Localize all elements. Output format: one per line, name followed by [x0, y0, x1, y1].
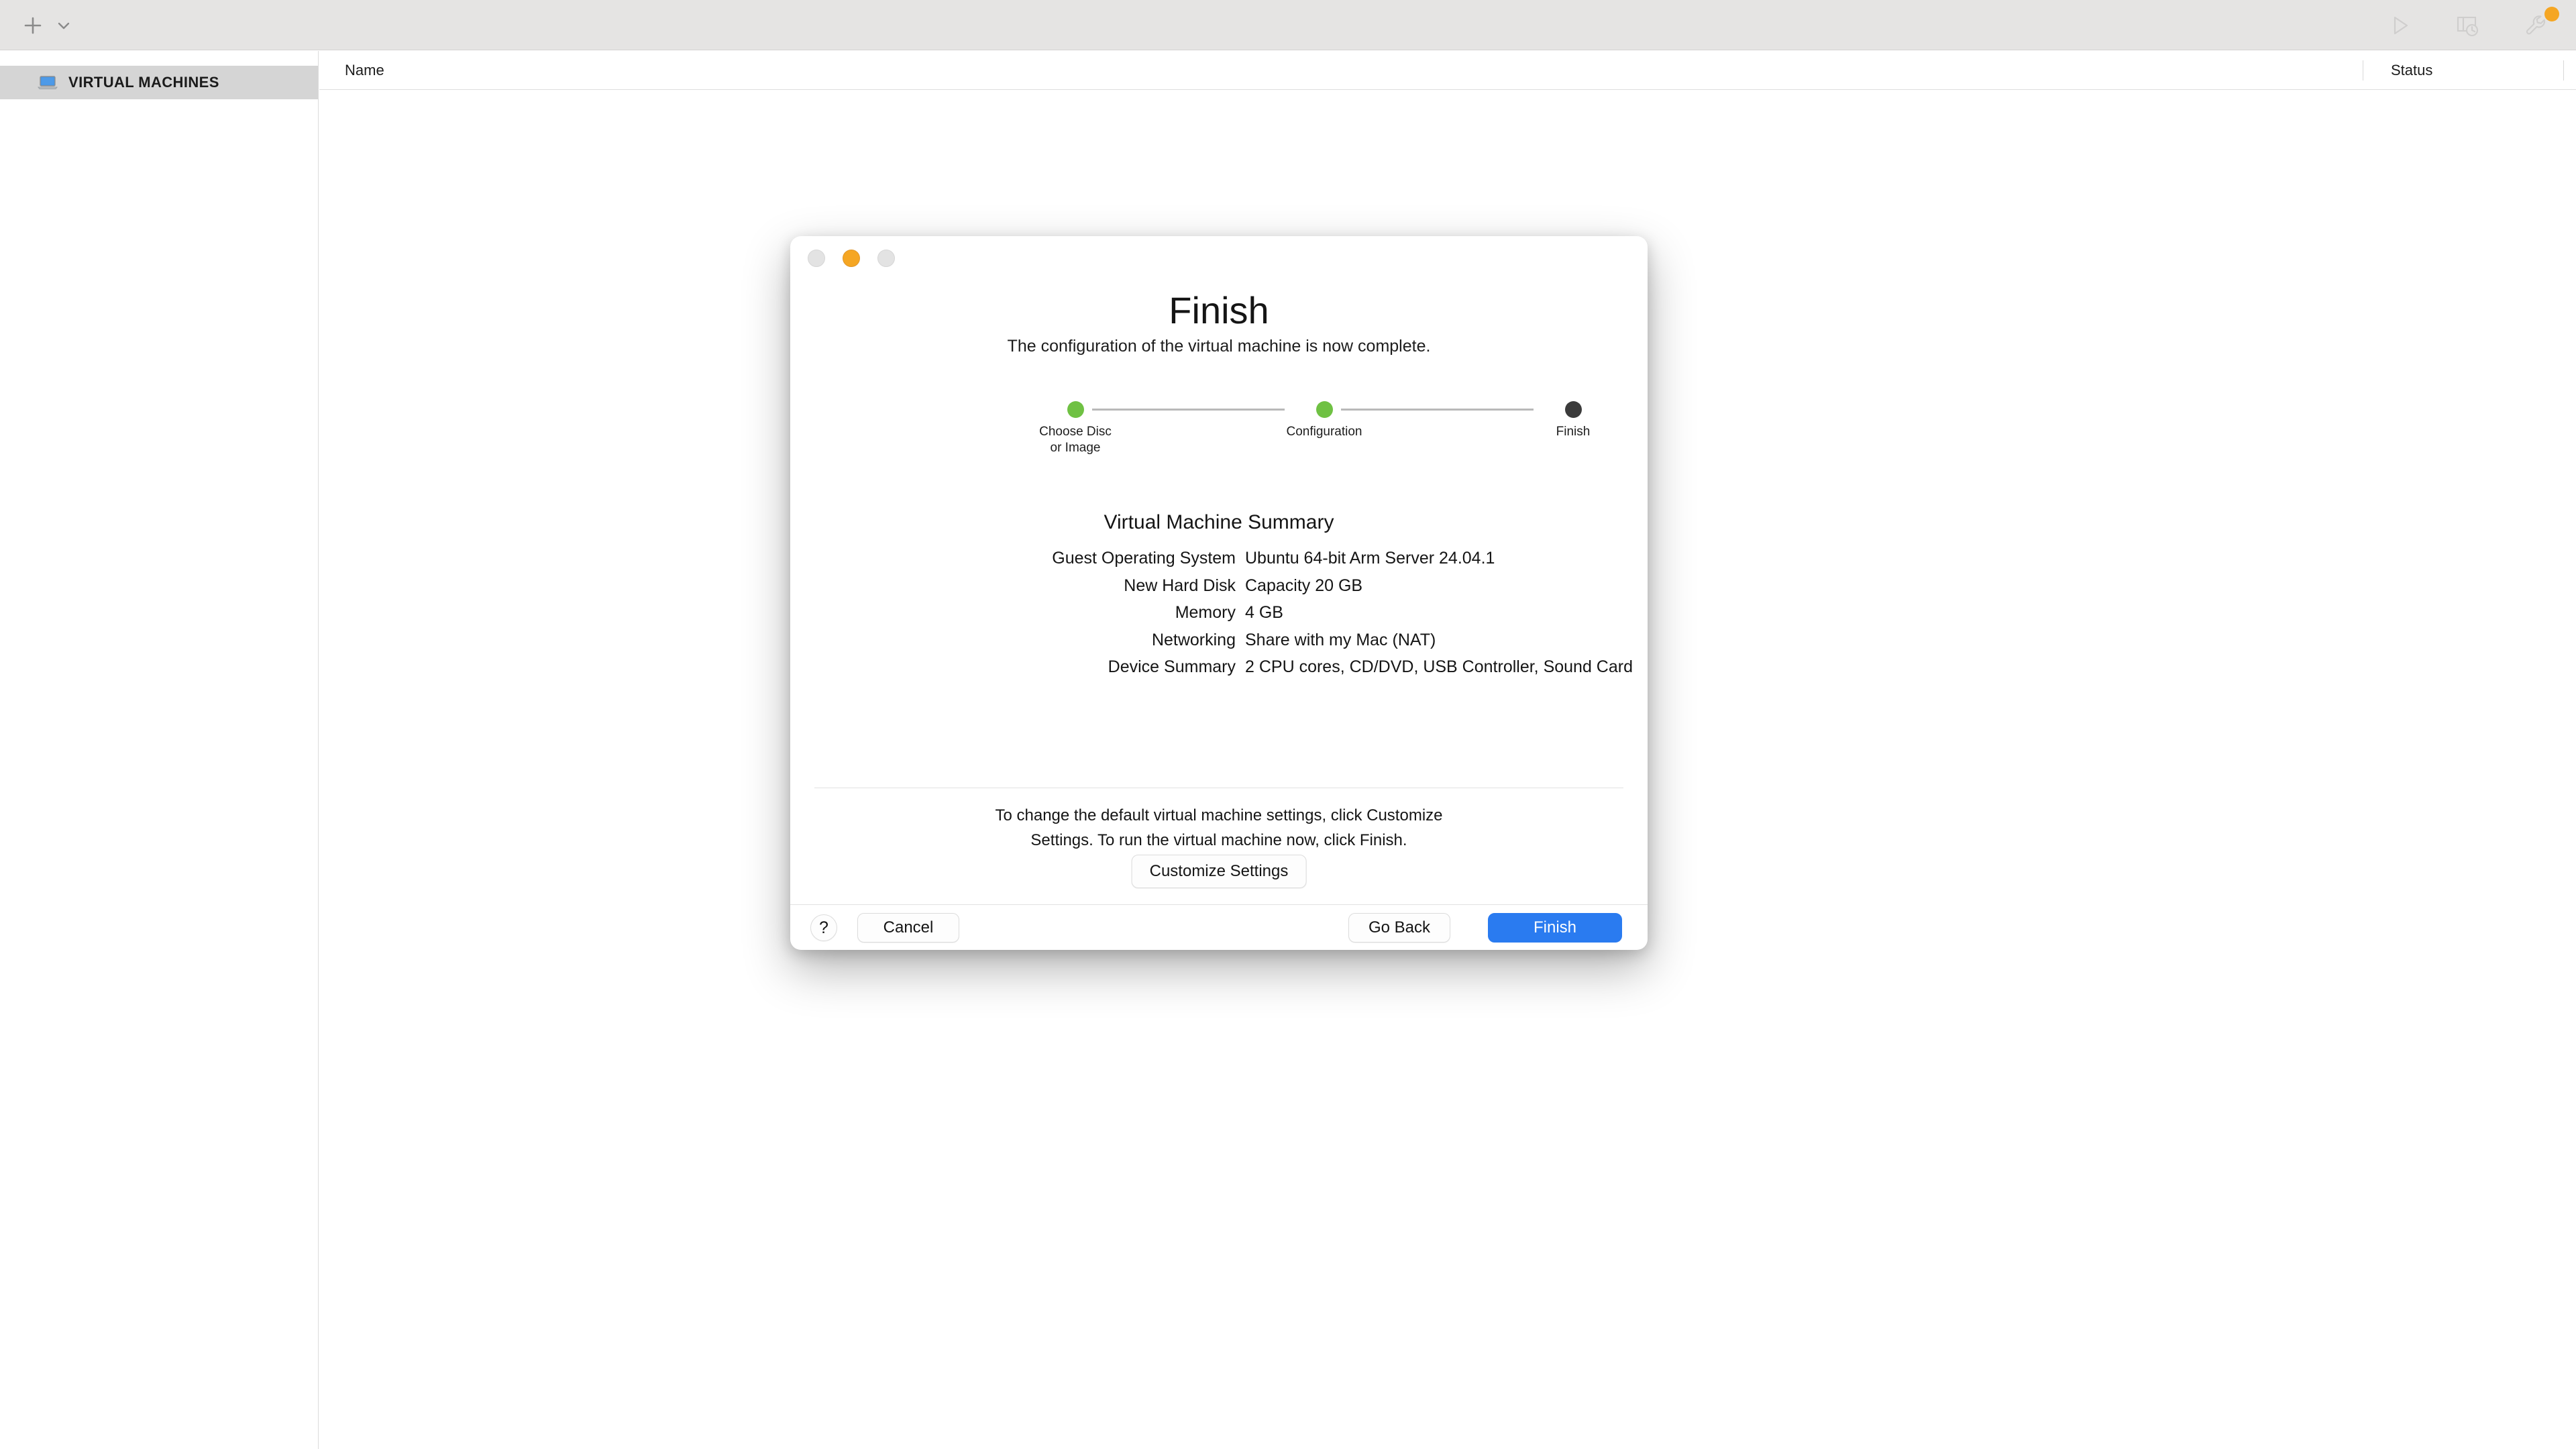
plus-icon[interactable] [17, 10, 48, 41]
summary-row: Networking Share with my Mac (NAT) [790, 627, 1648, 654]
dialog-title: Finish [1169, 289, 1269, 331]
summary-value: 2 CPU cores, CD/DVD, USB Controller, Sou… [1245, 657, 1633, 676]
go-back-button[interactable]: Go Back [1348, 913, 1450, 943]
dialog-subtitle: The configuration of the virtual machine… [1007, 337, 1431, 356]
vmware-fusion-window: VIRTUAL MACHINES Name Status Finish The … [0, 0, 2576, 1449]
column-header-name[interactable]: Name [345, 51, 384, 90]
stepper-label-configuration: Configuration [1286, 425, 1362, 439]
stepper-label-choose-disc: Choose Disc or Image [1039, 425, 1112, 455]
summary-value: 4 GB [1245, 603, 1283, 622]
summary-key: Memory [1175, 603, 1236, 622]
cancel-button[interactable]: Cancel [857, 913, 959, 943]
stepper-label-finish: Finish [1556, 425, 1591, 439]
summary-value: Capacity 20 GB [1245, 576, 1363, 595]
stepper-connector [1341, 409, 1534, 411]
chevron-down-icon[interactable] [52, 10, 75, 41]
stepper-dot-configuration [1316, 401, 1333, 418]
summary-row: Guest Operating System Ubuntu 64-bit Arm… [790, 545, 1648, 572]
summary-value: Share with my Mac (NAT) [1245, 630, 1436, 649]
new-vm-wizard-dialog: Finish The configuration of the virtual … [790, 236, 1648, 950]
summary-key: Guest Operating System [1052, 549, 1236, 568]
stepper-connector [1092, 409, 1285, 411]
summary-key: New Hard Disk [1124, 576, 1236, 595]
customize-settings-button[interactable]: Customize Settings [1131, 855, 1307, 888]
column-header-status[interactable]: Status [2391, 51, 2432, 90]
window-controls [808, 250, 895, 267]
hint-text: To change the default virtual machine se… [995, 806, 1443, 849]
summary-value: Ubuntu 64-bit Arm Server 24.04.1 [1245, 549, 1495, 568]
stepper-dot-choose-disc [1067, 401, 1084, 418]
update-available-dot [2544, 6, 2559, 21]
summary-key: Device Summary [1108, 657, 1236, 676]
toolbar-right-group [2383, 0, 2559, 50]
summary-title: Virtual Machine Summary [1104, 511, 1334, 533]
dialog-footer: ? Cancel Go Back Finish [790, 905, 1648, 950]
main-toolbar [0, 0, 2576, 50]
sidebar-item-label: VIRTUAL MACHINES [68, 74, 219, 91]
summary-key: Networking [1151, 630, 1236, 649]
stepper-dot-finish [1565, 401, 1582, 418]
column-separator [2563, 60, 2564, 80]
close-button[interactable] [808, 250, 825, 267]
minimize-button[interactable] [843, 250, 860, 267]
summary-row: New Hard Disk Capacity 20 GB [790, 572, 1648, 600]
finish-button[interactable]: Finish [1488, 913, 1622, 943]
help-button[interactable]: ? [810, 914, 837, 941]
sidebar-item-virtual-machines[interactable]: VIRTUAL MACHINES [0, 66, 318, 99]
sidebar: VIRTUAL MACHINES [0, 51, 319, 1449]
wrench-icon[interactable] [2520, 6, 2559, 42]
snapshot-icon[interactable] [2451, 9, 2485, 42]
toolbar-left-group [17, 0, 75, 50]
play-icon[interactable] [2383, 9, 2416, 42]
wizard-stepper: Choose Disc or Image Configuration Finish [790, 401, 1648, 475]
summary-row: Device Summary 2 CPU cores, CD/DVD, USB … [790, 653, 1648, 681]
zoom-button[interactable] [877, 250, 895, 267]
vm-list-header: Name Status [319, 51, 2576, 90]
laptop-icon [37, 75, 58, 90]
summary-row: Memory 4 GB [790, 599, 1648, 627]
summary-rows: Guest Operating System Ubuntu 64-bit Arm… [790, 545, 1648, 681]
